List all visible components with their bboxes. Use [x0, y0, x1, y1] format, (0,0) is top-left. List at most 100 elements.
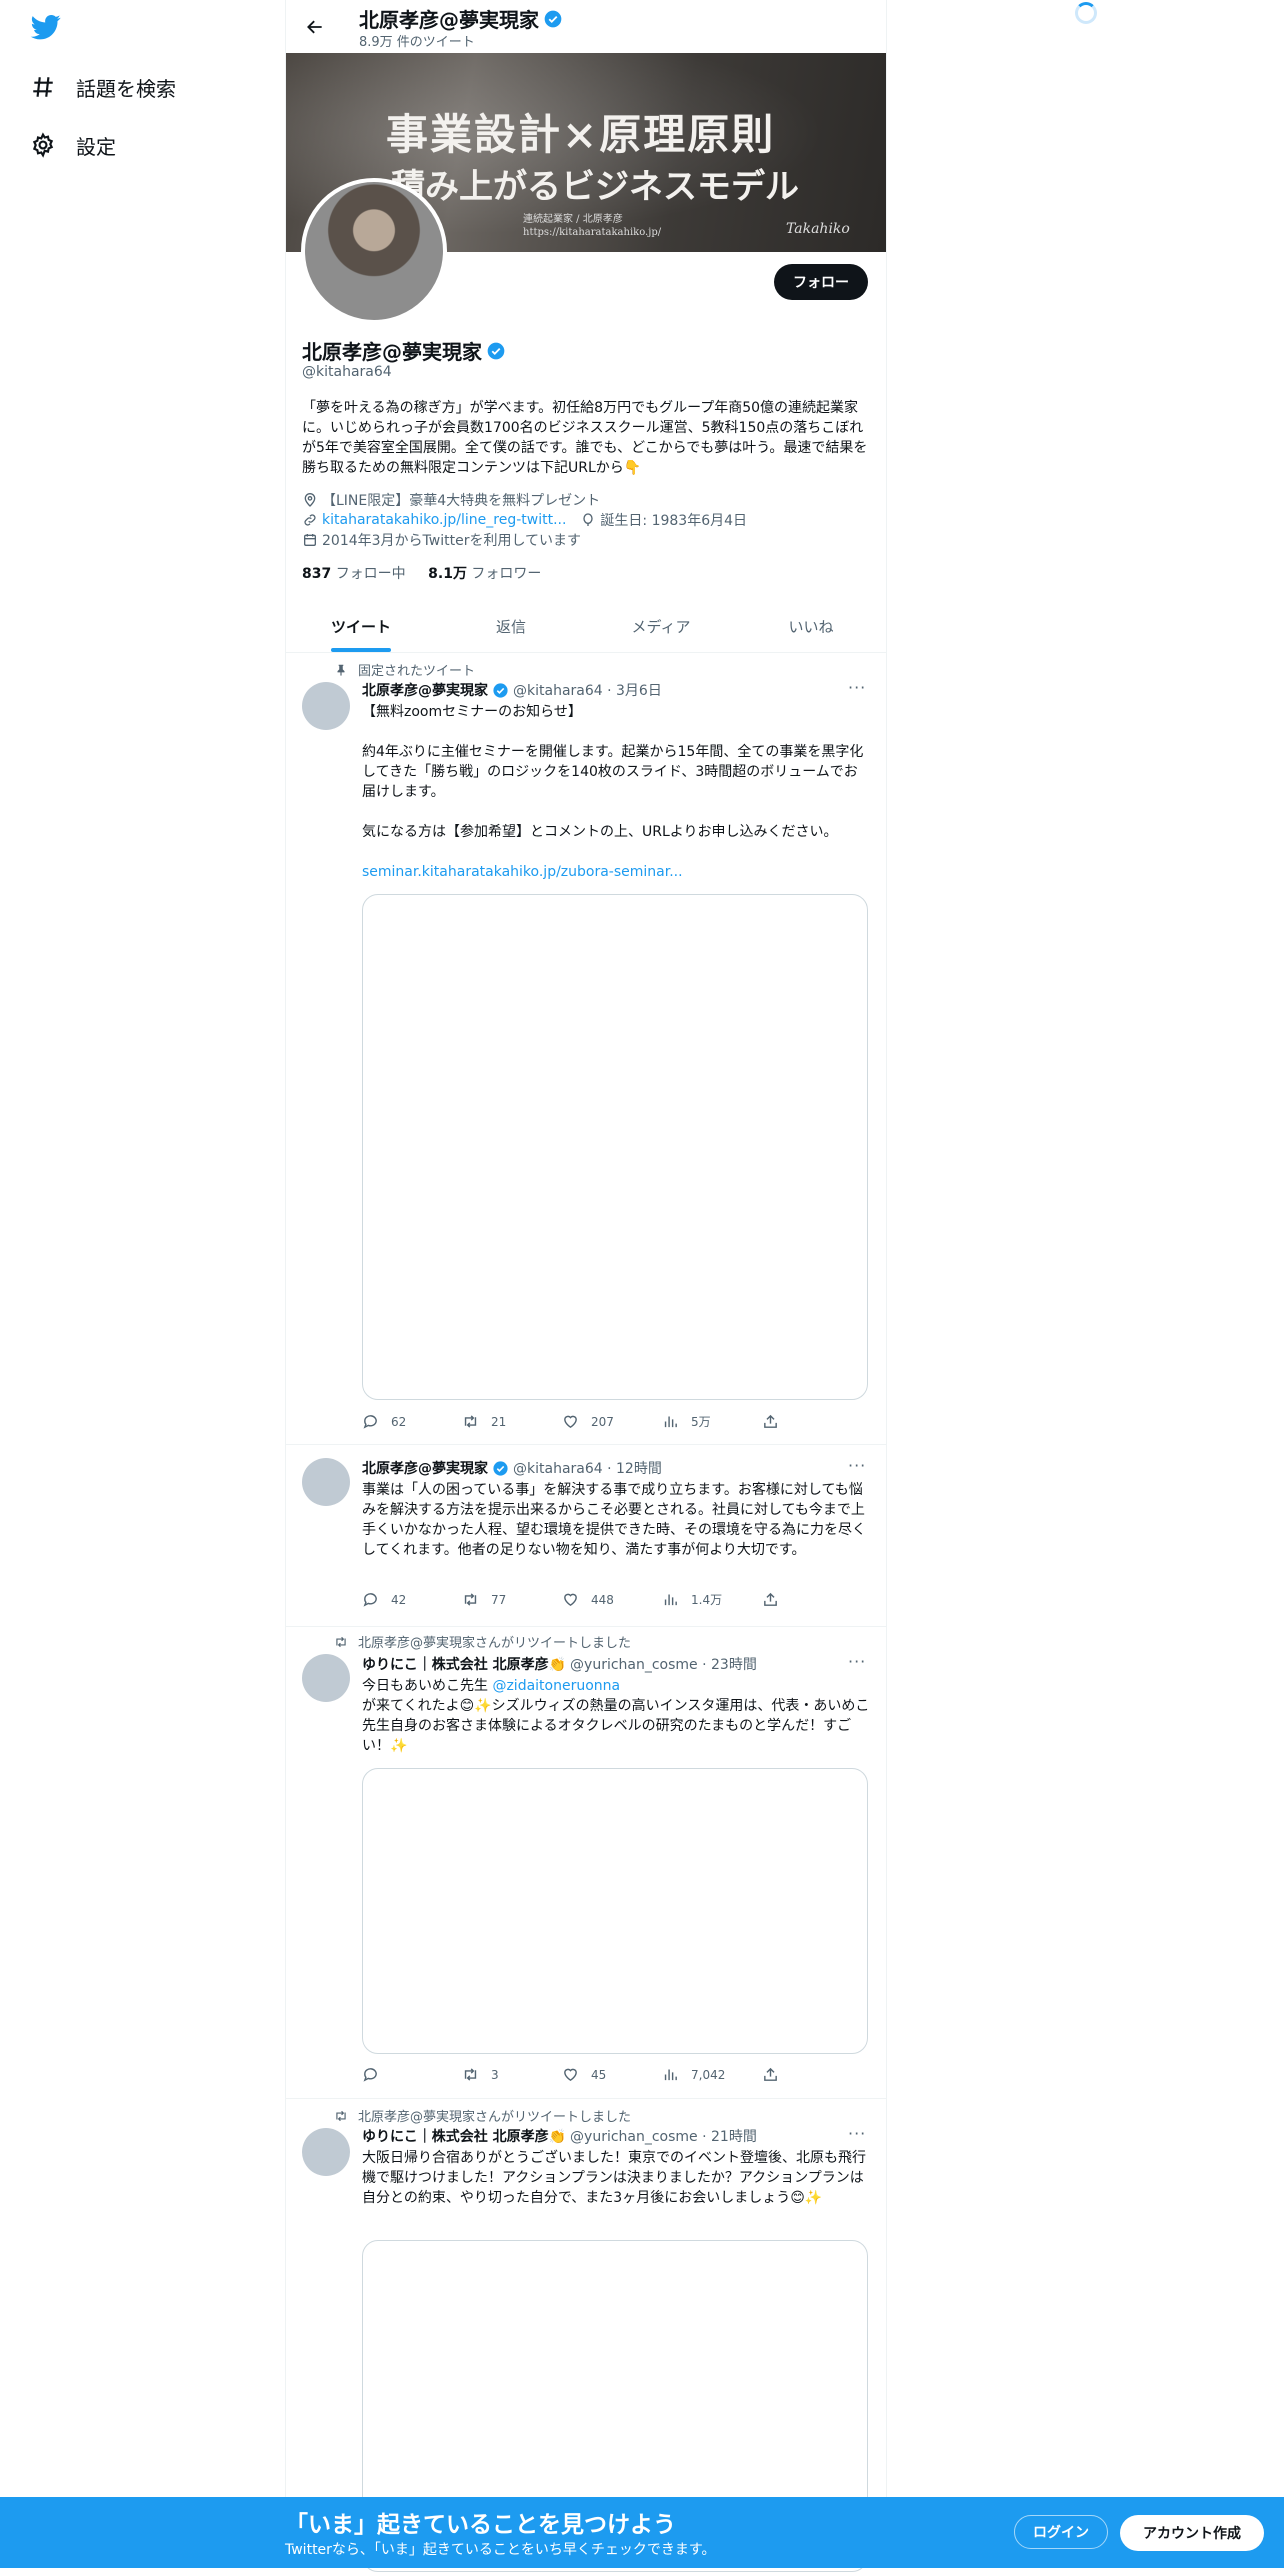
tweet-handle-time: @kitahara64 · 12時間 — [513, 1461, 662, 1477]
profile-joined-text: 2014年3月からTwitterを利用しています — [322, 533, 582, 549]
banner-caption-line2: https://kitaharatakahiko.jp/ — [523, 227, 662, 238]
tweet-pinned[interactable]: 固定されたツイート 北原孝彦@夢実現家 @kitahara64 · 3月6日 ·… — [286, 652, 886, 1445]
tweet-actions: 62 21 207 5万 — [362, 1413, 802, 1430]
reply-icon — [363, 1593, 377, 1607]
tweet-text: 事業は「人の困っている事」を解決する事で成り立ちます。お客様に対しても悩みを解決… — [362, 1482, 866, 1558]
retweet-icon — [336, 1636, 346, 1647]
tweet-header: 北原孝彦@夢実現家 @kitahara64 · 3月6日 — [362, 680, 662, 700]
nav-settings[interactable]: 設定 — [30, 124, 116, 166]
tweet-author-name[interactable]: ゆりにこ｜株式会社 北原孝彦👏 — [362, 1654, 566, 1674]
like-button[interactable]: 448 — [562, 1591, 662, 1608]
tweet-item[interactable]: 北原孝彦@夢実現家 @kitahara64 · 12時間 ··· 事業は「人の困… — [286, 1444, 886, 1627]
share-icon — [764, 2067, 777, 2081]
views-button[interactable]: 1.4万 — [662, 1591, 762, 1608]
profile-birthday: 誕生日: 1983年6月4日 — [600, 513, 748, 529]
view-count: 1.4万 — [691, 1593, 723, 1607]
profile-tabs: ツイート 返信 メディア いいね — [286, 600, 886, 653]
tweet-link[interactable]: seminar.kitaharatakahiko.jp/zubora-semin… — [362, 862, 870, 882]
pin-icon — [337, 664, 345, 676]
tweet-author-name[interactable]: ゆりにこ｜株式会社 北原孝彦👏 — [362, 2126, 566, 2146]
tweet-actions: 3 45 7,042 — [362, 2066, 802, 2083]
tab-media[interactable]: メディア — [586, 600, 736, 652]
profile-name: 北原孝彦@夢実現家 — [302, 340, 482, 364]
retweet-icon — [336, 2110, 346, 2121]
verified-badge-icon — [487, 342, 505, 359]
profile-handle: @kitahara64 — [302, 364, 392, 380]
heart-icon — [564, 1415, 577, 1429]
followers-link[interactable]: 8.1万 フォロワー — [428, 566, 541, 582]
banner-caption-line1: 連続起業家 / 北原孝彦 — [523, 214, 623, 225]
tweet-avatar[interactable] — [302, 1458, 350, 1506]
retweet-count: 3 — [491, 2067, 499, 2082]
tab-tweets[interactable]: ツイート — [286, 600, 436, 652]
tweet-retweeted[interactable]: 北原孝彦@夢実現家さんがリツイートしました ゆりにこ｜株式会社 北原孝彦👏 @y… — [286, 1626, 886, 2099]
signup-banner-subtitle: Twitterなら、「いま」起きていることをいち早くチェックできます。 — [285, 2542, 716, 2558]
reply-count: 42 — [391, 1592, 407, 1607]
more-options-icon[interactable]: ··· — [848, 678, 866, 697]
tab-likes[interactable]: いいね — [736, 600, 886, 652]
retweet-button[interactable]: 21 — [462, 1413, 562, 1430]
reply-button[interactable] — [362, 2066, 462, 2083]
login-button[interactable]: ログイン — [1014, 2515, 1108, 2549]
heart-icon — [564, 1593, 577, 1607]
tweet-author-name[interactable]: 北原孝彦@夢実現家 — [362, 1458, 488, 1478]
share-button[interactable] — [762, 2066, 791, 2083]
signup-button[interactable]: アカウント作成 — [1120, 2515, 1264, 2551]
tweet-media-card[interactable] — [362, 1768, 868, 2054]
tweet-header: 北原孝彦@夢実現家 @kitahara64 · 12時間 — [362, 1458, 662, 1478]
back-button[interactable] — [298, 10, 332, 44]
nav-explore-label: 話題を検索 — [76, 76, 176, 101]
tweet-handle-time: @kitahara64 · 3月6日 — [513, 683, 662, 699]
retweet-button[interactable]: 77 — [462, 1591, 562, 1608]
views-button[interactable]: 5万 — [662, 1413, 762, 1430]
pinned-context: 固定されたツイート — [334, 660, 475, 679]
followers-label: フォロワー — [471, 566, 542, 582]
more-options-icon[interactable]: ··· — [848, 1456, 866, 1475]
tweet-avatar[interactable] — [302, 682, 350, 730]
verified-badge-icon — [544, 10, 562, 27]
profile-url-link[interactable]: kitaharatakahiko.jp/line_reg-twitt... — [322, 512, 566, 528]
twitter-logo-icon[interactable] — [28, 12, 64, 42]
retweet-context: 北原孝彦@夢実現家さんがリツイートしました — [334, 1632, 631, 1651]
retweet-context-label: 北原孝彦@夢実現家さんがリツイートしました — [358, 1636, 632, 1651]
tweet-media-card[interactable] — [362, 894, 868, 1400]
profile-avatar[interactable] — [301, 178, 447, 324]
like-button[interactable]: 207 — [562, 1413, 662, 1430]
follow-button[interactable]: フォロー — [774, 264, 868, 300]
banner-headline: 事業設計×原理原則 — [386, 110, 776, 159]
tweet-avatar[interactable] — [302, 2128, 350, 2176]
tab-replies[interactable]: 返信 — [436, 600, 586, 652]
nav-settings-label: 設定 — [76, 134, 116, 159]
pinned-label: 固定されたツイート — [358, 664, 476, 679]
reply-icon — [363, 2068, 377, 2082]
more-options-icon[interactable]: ··· — [848, 1652, 866, 1671]
retweet-count: 77 — [491, 1592, 507, 1607]
like-button[interactable]: 45 — [562, 2066, 662, 2083]
share-button[interactable] — [762, 1413, 791, 1430]
tweet-handle-time: @yurichan_cosme · 23時間 — [570, 1657, 757, 1673]
retweet-icon — [464, 2068, 477, 2081]
like-count: 448 — [591, 1592, 614, 1607]
following-label: フォロー中 — [335, 566, 406, 582]
analytics-icon — [664, 1416, 677, 1428]
retweet-count: 21 — [491, 1414, 507, 1429]
views-button[interactable]: 7,042 — [662, 2066, 762, 2083]
tweet-text-part1: 今日もあいめこ先生 — [362, 1678, 493, 1694]
more-options-icon[interactable]: ··· — [848, 2124, 866, 2143]
retweet-button[interactable]: 3 — [462, 2066, 562, 2083]
retweet-context-label: 北原孝彦@夢実現家さんがリツイートしました — [358, 2110, 632, 2125]
header-name-row: 北原孝彦@夢実現家 — [359, 4, 563, 33]
nav-explore[interactable]: 話題を検索 — [30, 66, 176, 108]
tweet-mention-link[interactable]: @zidaitoneruonna — [492, 1678, 620, 1694]
retweet-icon — [464, 1415, 477, 1428]
following-count: 837 — [302, 566, 332, 582]
heart-icon — [564, 2068, 577, 2082]
tweet-avatar[interactable] — [302, 1654, 350, 1702]
tweet-author-name[interactable]: 北原孝彦@夢実現家 — [362, 680, 488, 700]
arrow-left-icon — [307, 20, 322, 34]
following-link[interactable]: 837 フォロー中 — [302, 566, 406, 582]
reply-button[interactable]: 42 — [362, 1591, 462, 1608]
share-button[interactable] — [762, 1591, 791, 1608]
reply-button[interactable]: 62 — [362, 1413, 462, 1430]
tweet-text-part2: が来てくれたよ😊✨シズルウィズの熱量の高いインスタ運用は、代表・あいめこ先生自身… — [362, 1698, 870, 1754]
